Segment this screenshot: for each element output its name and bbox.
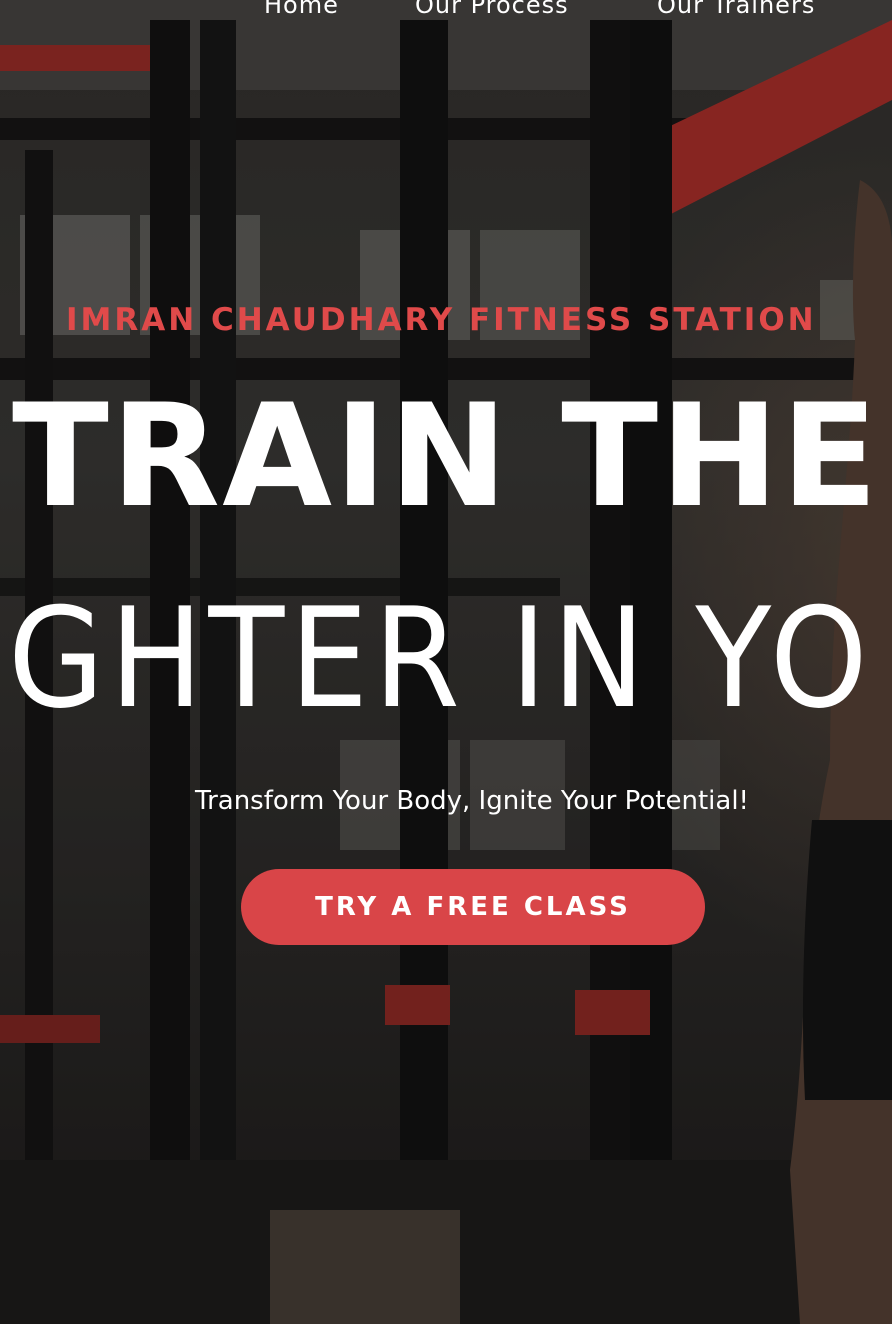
hero-section: Home Our Process Our Trainers IMRAN CHAU…	[0, 0, 892, 1324]
nav-link-our-process[interactable]: Our Process	[415, 0, 569, 19]
top-navigation: Home Our Process Our Trainers	[0, 0, 892, 31]
nav-link-our-trainers[interactable]: Our Trainers	[657, 0, 815, 19]
tagline: Transform Your Body, Ignite Your Potenti…	[195, 786, 749, 816]
nav-link-home[interactable]: Home	[264, 0, 339, 19]
try-free-class-button[interactable]: TRY A FREE CLASS	[241, 869, 705, 945]
headline-line-2: GHTER IN YO	[8, 578, 874, 739]
brand-eyebrow: IMRAN CHAUDHARY FITNESS STATION	[66, 302, 817, 338]
headline-line-1: TRAIN THE	[12, 374, 880, 539]
